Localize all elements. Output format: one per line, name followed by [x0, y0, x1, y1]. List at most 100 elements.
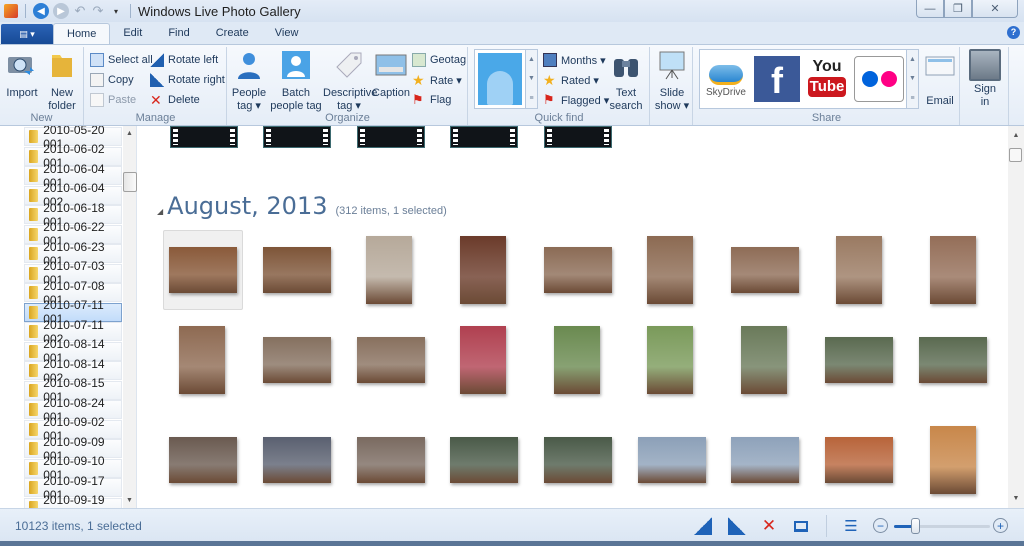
video-thumbnail[interactable]: [544, 126, 612, 148]
flickr-pink-dot-icon: [880, 71, 897, 87]
minimize-button[interactable]: —: [916, 0, 944, 18]
select-all-button[interactable]: Select all: [90, 51, 153, 69]
photo-thumbnail[interactable]: [647, 236, 693, 304]
tab-edit[interactable]: Edit: [110, 23, 155, 44]
share-gallery-scroll[interactable]: ▲ ▼ ≡: [907, 49, 919, 109]
photo-thumbnail[interactable]: [836, 236, 882, 304]
photo-grid-scrollbar[interactable]: ▲ ▼: [1008, 126, 1024, 508]
photo-thumbnail[interactable]: [263, 337, 331, 383]
zoom-in-button[interactable]: +: [993, 518, 1008, 533]
undo-icon[interactable]: ↶: [73, 3, 87, 19]
folder-pane-scrollbar[interactable]: ▲ ▼: [123, 126, 137, 508]
scrollbar-thumb[interactable]: [1009, 148, 1022, 162]
photo-thumbnail[interactable]: [263, 437, 331, 483]
new-folder-button[interactable]: New folder: [44, 49, 80, 113]
back-icon[interactable]: ◀: [33, 3, 49, 19]
photo-thumbnail[interactable]: [825, 437, 893, 483]
photo-thumbnail[interactable]: [460, 326, 506, 394]
help-icon[interactable]: ?: [1007, 26, 1020, 39]
copy-button[interactable]: Copy: [90, 71, 134, 89]
batch-people-tag-button[interactable]: Batch people tag: [270, 49, 322, 113]
tab-create[interactable]: Create: [203, 23, 262, 44]
redo-icon[interactable]: ↷: [91, 3, 105, 19]
folder-icon: [29, 383, 39, 397]
photo-thumbnail[interactable]: [544, 437, 612, 483]
photo-thumbnail[interactable]: [450, 437, 518, 483]
zoom-out-button[interactable]: −: [873, 518, 888, 533]
tab-view[interactable]: View: [262, 23, 312, 44]
scroll-down-icon: ▼: [1012, 495, 1020, 502]
photo-thumbnail[interactable]: [169, 437, 237, 483]
slideshow-icon[interactable]: [792, 517, 810, 535]
folder-icon: [29, 481, 39, 494]
people-tag-button[interactable]: People tag ▾: [230, 49, 268, 113]
photo-thumbnail[interactable]: [460, 236, 506, 304]
people-gallery[interactable]: [474, 49, 526, 109]
rate-button[interactable]: ★ Rate ▾: [412, 71, 462, 89]
photo-thumbnail[interactable]: [731, 247, 799, 293]
facebook-button[interactable]: f: [754, 56, 800, 102]
text-search-button[interactable]: Text search: [607, 49, 645, 113]
photo-thumbnail[interactable]: [647, 326, 693, 394]
photo-thumbnail[interactable]: [930, 426, 976, 494]
flag-button[interactable]: ⚑ Flag: [412, 91, 451, 109]
youtube-button[interactable]: You Tube: [804, 56, 850, 102]
video-thumbnail[interactable]: [357, 126, 425, 148]
tab-home[interactable]: Home: [53, 23, 111, 44]
slide-show-button[interactable]: Slide show ▾: [653, 49, 691, 113]
caption-button[interactable]: Caption: [372, 49, 410, 100]
geotag-button[interactable]: Geotag: [412, 51, 466, 69]
video-thumbnail[interactable]: [263, 126, 331, 148]
user-avatar-icon: [969, 49, 1001, 81]
folder-item[interactable]: 2010-09-19 001: [24, 493, 122, 508]
zoom-slider-thumb[interactable]: [911, 518, 921, 534]
photo-thumbnail[interactable]: [263, 247, 331, 293]
group-header[interactable]: ◢ August, 2013 (312 items, 1 selected): [157, 192, 447, 220]
photo-thumbnail[interactable]: [169, 247, 237, 293]
photo-thumbnail[interactable]: [366, 236, 412, 304]
tab-find[interactable]: Find: [155, 23, 202, 44]
flickr-button[interactable]: [854, 56, 904, 102]
rotate-left-button[interactable]: Rotate left: [150, 51, 218, 69]
customize-quick-access-icon[interactable]: ▾: [109, 7, 123, 16]
delete-icon[interactable]: ✕: [760, 516, 778, 535]
paste-button[interactable]: Paste: [90, 91, 136, 109]
delete-button[interactable]: ✕ Delete: [150, 91, 200, 109]
forward-icon[interactable]: ▶: [53, 3, 69, 19]
scrollbar-thumb[interactable]: [123, 172, 137, 192]
photo-thumbnail[interactable]: [741, 326, 787, 394]
photo-thumbnail[interactable]: [554, 326, 600, 394]
zoom-slider[interactable]: [894, 518, 990, 534]
import-button[interactable]: Import: [4, 49, 40, 100]
photo-thumbnail[interactable]: [930, 236, 976, 304]
email-button[interactable]: Email: [922, 49, 958, 108]
photo-thumbnail[interactable]: [919, 337, 987, 383]
descriptive-tag-button[interactable]: Descriptive tag ▾: [323, 49, 377, 113]
skydrive-button[interactable]: SkyDrive: [702, 61, 750, 98]
video-thumbnail[interactable]: [170, 126, 238, 148]
photo-thumbnail[interactable]: [357, 437, 425, 483]
close-button[interactable]: ✕: [972, 0, 1018, 18]
collapse-triangle-icon[interactable]: ◢: [157, 207, 163, 216]
photo-thumbnail[interactable]: [731, 437, 799, 483]
sign-in-button[interactable]: Sign in: [967, 49, 1003, 109]
photo-thumbnail[interactable]: [357, 337, 425, 383]
photo-thumbnail[interactable]: [544, 247, 612, 293]
photo-thumbnail[interactable]: [179, 326, 225, 394]
video-thumbnail[interactable]: [450, 126, 518, 148]
restore-button[interactable]: ❐: [944, 0, 972, 18]
people-gallery-scroll[interactable]: ▲ ▼ ≡: [526, 49, 538, 109]
rotate-right-button[interactable]: Rotate right: [150, 71, 225, 89]
months-button[interactable]: Months ▾: [543, 51, 606, 69]
photo-thumbnail[interactable]: [638, 437, 706, 483]
details-view-icon[interactable]: ☰: [842, 517, 860, 535]
folder-icon: [29, 325, 39, 338]
rotate-left-icon[interactable]: [694, 517, 712, 535]
file-menu-button[interactable]: ▤ ▾: [1, 24, 53, 44]
rated-button[interactable]: ★ Rated ▾: [543, 71, 599, 89]
scroll-up-icon: ▲: [1012, 132, 1020, 139]
flagged-button[interactable]: ⚑ Flagged ▾: [543, 91, 609, 109]
photo-thumbnail[interactable]: [825, 337, 893, 383]
rotate-right-icon[interactable]: [728, 517, 746, 535]
app-icon[interactable]: [4, 4, 18, 18]
